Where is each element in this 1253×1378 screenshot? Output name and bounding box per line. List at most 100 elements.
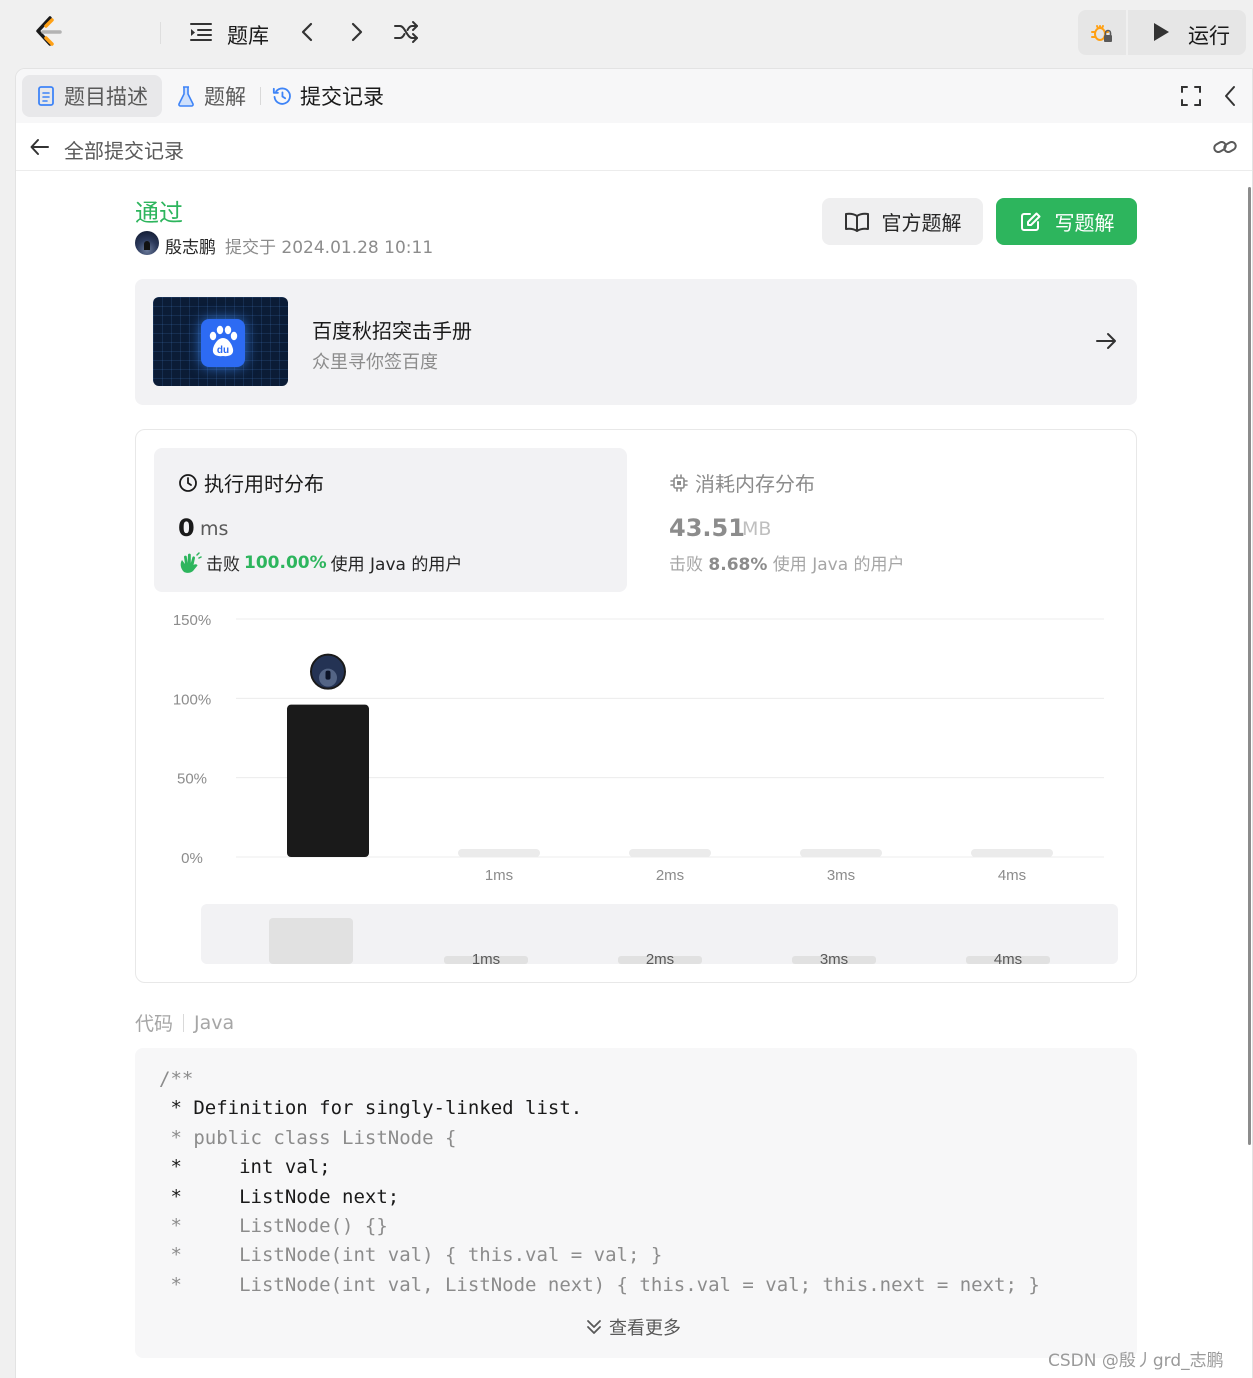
official-solution-button[interactable]: 官方题解 — [822, 198, 983, 245]
bug-icon — [1091, 25, 1112, 42]
divider — [160, 22, 161, 44]
run-button[interactable]: 运行 — [1128, 10, 1246, 55]
all-submissions-link[interactable]: 全部提交记录 — [64, 135, 184, 164]
submissions-header: 全部提交记录 — [16, 123, 1252, 171]
tab-submissions[interactable]: 提交记录 — [258, 75, 398, 117]
arrow-right-icon[interactable] — [1093, 329, 1119, 353]
code-line: /** — [159, 1068, 194, 1090]
code-label: 代码 — [135, 1013, 174, 1035]
runtime-value: 0 — [178, 514, 195, 542]
book-icon — [844, 212, 869, 232]
chart-bar — [629, 849, 711, 857]
official-solution-label: 官方题解 — [881, 211, 962, 235]
code-line: * ListNode next; — [159, 1185, 400, 1208]
chart-bar — [971, 849, 1053, 857]
tab-submissions-label: 提交记录 — [300, 85, 384, 109]
memory-beat-prefix: 击败 — [669, 555, 703, 575]
memory-beat-suffix: 使用 Java 的用户 — [772, 555, 905, 575]
chart-bar — [800, 849, 882, 857]
promo-card[interactable]: du 百度秋招突击手册 众里寻你签百度 — [135, 279, 1137, 405]
author-avatar[interactable] — [135, 231, 159, 255]
author-name[interactable]: 殷志鹏 — [165, 233, 216, 258]
document-icon — [38, 86, 54, 106]
y-tick-label: 100% — [173, 691, 211, 708]
runtime-title: 执行用时分布 — [178, 468, 324, 497]
baidu-logo: du — [201, 319, 245, 367]
y-tick-label: 50% — [177, 771, 207, 788]
memory-title[interactable]: 消耗内存分布 — [669, 468, 815, 497]
x-tick-label: 3ms — [827, 867, 855, 884]
next-problem-icon[interactable] — [346, 20, 368, 44]
chart-bar — [458, 849, 540, 857]
clock-icon — [179, 473, 197, 492]
link-icon[interactable] — [1212, 135, 1238, 159]
memory-value: 43.51 — [669, 514, 745, 542]
submission-time: 提交于 2024.01.28 10:11 — [225, 238, 434, 258]
tab-solutions-label: 题解 — [204, 85, 246, 109]
navigator-tick-label: 1ms — [472, 951, 500, 968]
memory-beat: 击败 8.68% 使用 Java 的用户 — [669, 550, 905, 575]
tab-description[interactable]: 题目描述 — [22, 75, 162, 117]
submission-panel: 题目描述 题解 提交记录 全部提交记录 通过 殷志鹏 提交于 2024.01.2… — [15, 68, 1253, 1378]
x-tick-label: 4ms — [998, 867, 1026, 884]
history-icon — [272, 87, 291, 105]
y-tick-label: 150% — [173, 612, 211, 629]
back-arrow-icon[interactable] — [28, 135, 52, 159]
x-tick-label: 2ms — [656, 867, 684, 884]
shuffle-icon[interactable] — [392, 19, 420, 45]
code-block[interactable]: 查看更多 /** * Definition for singly-linked … — [135, 1048, 1137, 1358]
avatar-figure — [325, 670, 331, 680]
run-label: 运行 — [1188, 24, 1230, 48]
code-language: Java — [194, 1011, 235, 1034]
promo-thumbnail: du — [153, 297, 288, 386]
promo-subtitle: 众里寻你签百度 — [312, 352, 438, 373]
runtime-beat-prefix: 击败 — [206, 555, 240, 575]
x-tick-label: 1ms — [485, 867, 513, 884]
code-line: * ListNode(int val, ListNode next) { thi… — [159, 1273, 1040, 1296]
runtime-title-label: 执行用时分布 — [204, 472, 324, 496]
chip-icon — [670, 473, 688, 492]
runtime-unit: ms — [200, 518, 229, 540]
previous-problem-icon[interactable] — [296, 20, 318, 44]
flask-icon — [178, 86, 194, 107]
fullscreen-icon[interactable] — [1178, 83, 1204, 109]
navigator-tick-label: 2ms — [646, 951, 674, 968]
runtime-beat-suffix: 使用 Java 的用户 — [330, 555, 463, 575]
problem-list-label[interactable]: 题库 — [227, 20, 269, 50]
edit-icon — [1020, 212, 1040, 231]
y-tick-label: 0% — [181, 850, 203, 867]
show-more-button[interactable]: 查看更多 — [585, 1314, 681, 1340]
memory-beat-percent: 8.68% — [708, 555, 768, 575]
write-solution-button[interactable]: 写题解 — [996, 198, 1137, 245]
clap-icon — [180, 551, 202, 573]
code-line: * ListNode() {} — [159, 1215, 388, 1237]
tab-description-label: 题目描述 — [64, 85, 148, 109]
memory-title-label: 消耗内存分布 — [695, 472, 815, 496]
navigator-tick-label: 4ms — [994, 951, 1022, 968]
code-line: * int val; — [159, 1156, 331, 1179]
collapse-panel-icon[interactable] — [1218, 83, 1244, 109]
runtime-beat: 击败 100.00% 使用 Java 的用户 — [178, 550, 462, 575]
chart-bar — [287, 704, 369, 857]
runtime-beat-percent: 100.00% — [244, 552, 327, 573]
play-icon — [1154, 23, 1169, 41]
svg-text:du: du — [217, 345, 229, 356]
show-more-label: 查看更多 — [609, 1318, 681, 1339]
problem-list-icon[interactable] — [188, 20, 214, 44]
debug-button[interactable] — [1078, 10, 1126, 55]
scrollbar[interactable] — [1248, 187, 1251, 1145]
code-line: * ListNode(int val) { this.val = val; } — [159, 1244, 663, 1267]
runtime-distribution-chart[interactable]: 0% 50% 100% 150% 1ms 2ms 3ms 4ms 1ms 2ms 3ms 4ms — [136, 600, 1136, 980]
top-bar: 题库 运行 — [0, 0, 1253, 66]
tab-bar: 题目描述 题解 提交记录 — [16, 69, 1252, 123]
write-solution-label: 写题解 — [1054, 211, 1115, 235]
leetcode-logo[interactable] — [30, 14, 66, 50]
runtime-stat[interactable]: 执行用时分布 0 ms 击败 100.00% 使用 Java 的用户 — [154, 448, 627, 592]
tab-solutions[interactable]: 题解 — [162, 75, 260, 117]
code-header: 代码 Java — [135, 1009, 234, 1036]
code-label-separator — [183, 1013, 185, 1032]
promo-title: 百度秋招突击手册 — [312, 319, 472, 343]
code-line: * Definition for singly-linked list. — [159, 1097, 583, 1120]
navigator-bar — [269, 918, 353, 964]
submission-status: 通过 — [135, 199, 183, 227]
